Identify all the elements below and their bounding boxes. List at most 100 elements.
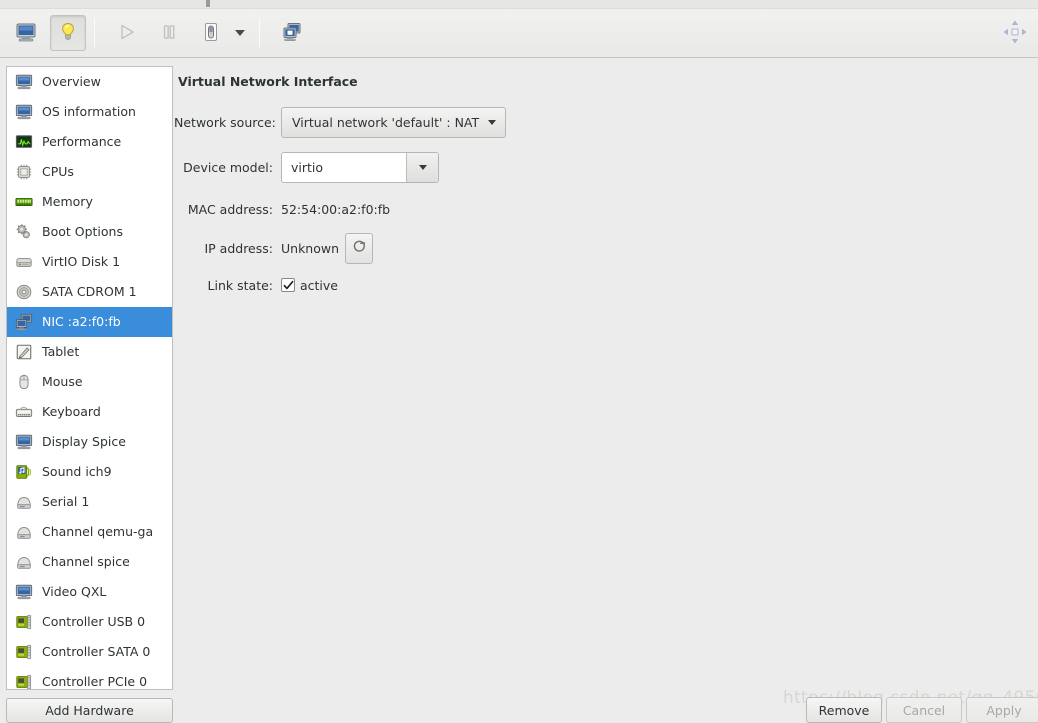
play-icon xyxy=(117,22,137,45)
check-icon xyxy=(283,280,293,289)
device-model-value[interactable]: virtio xyxy=(282,152,406,182)
device-model-label: Device model: xyxy=(183,159,273,175)
power-switch-icon xyxy=(200,21,222,46)
mac-address-value: 52:54:00:a2:f0:fb xyxy=(281,201,391,217)
clone-windows-icon xyxy=(281,21,303,46)
sidebar-item-label: Channel qemu-ga xyxy=(42,523,154,539)
memory-ram-icon xyxy=(15,193,33,211)
console-view-button[interactable] xyxy=(8,15,44,51)
sidebar-item-label: Tablet xyxy=(42,343,80,359)
sidebar-item-label: VirtIO Disk 1 xyxy=(42,253,121,269)
sidebar-item-os-information[interactable]: OS information xyxy=(7,97,172,127)
sidebar-item-label: Controller SATA 0 xyxy=(42,643,151,659)
sidebar-item-label: SATA CDROM 1 xyxy=(42,283,137,299)
sidebar-item-label: Keyboard xyxy=(42,403,101,419)
device-model-dropdown-arrow[interactable] xyxy=(406,152,438,182)
sidebar-item-label: Controller USB 0 xyxy=(42,613,146,629)
chevron-down-icon xyxy=(418,164,427,170)
sidebar-item-video-qxl[interactable]: Video QXL xyxy=(7,577,172,607)
sidebar-item-label: Boot Options xyxy=(42,223,123,239)
ip-address-label: IP address: xyxy=(204,240,273,256)
sidebar-item-boot-options[interactable]: Boot Options xyxy=(7,217,172,247)
device-model-row: Device model: virtio xyxy=(174,144,734,190)
sidebar-item-channel-spice[interactable]: Channel spice xyxy=(7,547,172,577)
sidebar-item-display-spice[interactable]: Display Spice xyxy=(7,427,172,457)
shutdown-button[interactable] xyxy=(193,15,229,51)
remove-button[interactable]: Remove xyxy=(806,697,882,723)
sidebar-item-label: CPUs xyxy=(42,163,74,179)
sidebar-item-label: Mouse xyxy=(42,373,83,389)
monitor-icon xyxy=(15,583,33,601)
sidebar-item-virtio-disk-1[interactable]: VirtIO Disk 1 xyxy=(7,247,172,277)
sidebar-item-label: Video QXL xyxy=(42,583,107,599)
sidebar-item-label: Overview xyxy=(42,73,101,89)
sidebar-item-overview[interactable]: Overview xyxy=(7,67,172,97)
nic-form: Network source: Virtual network 'default… xyxy=(174,100,734,302)
snapshots-button[interactable] xyxy=(274,15,310,51)
sidebar-item-label: Controller PCIe 0 xyxy=(42,673,148,689)
sidebar-item-memory[interactable]: Memory xyxy=(7,187,172,217)
sidebar-item-performance[interactable]: Performance xyxy=(7,127,172,157)
toolbar-separator-1 xyxy=(94,18,95,48)
serial-port-icon xyxy=(15,493,33,511)
harddisk-icon xyxy=(15,253,33,271)
sidebar-item-label: NIC :a2:f0:fb xyxy=(42,313,121,329)
details-view-button[interactable] xyxy=(50,15,86,51)
add-hardware-button[interactable]: Add Hardware xyxy=(6,698,173,723)
cancel-button[interactable]: Cancel xyxy=(886,697,962,723)
sidebar-item-label: Serial 1 xyxy=(42,493,90,509)
hardware-list[interactable]: Overview OS information Performance CPUs Mem… xyxy=(6,66,173,690)
pause-button[interactable] xyxy=(151,15,187,51)
sidebar-item-sound-ich9[interactable]: Sound ich9 xyxy=(7,457,172,487)
sidebar-item-controller-pcie-0[interactable]: Controller PCIe 0 xyxy=(7,667,172,689)
sidebar-item-sata-cdrom-1[interactable]: SATA CDROM 1 xyxy=(7,277,172,307)
run-button[interactable] xyxy=(109,15,145,51)
sidebar-item-label: Channel spice xyxy=(42,553,130,569)
controller-card-icon xyxy=(15,643,33,661)
keyboard-icon xyxy=(15,403,33,421)
cdrom-icon xyxy=(15,283,33,301)
pause-icon xyxy=(159,22,179,45)
cancel-label: Cancel xyxy=(902,702,946,718)
sound-speaker-icon xyxy=(15,463,33,481)
monitor-icon xyxy=(15,21,37,46)
link-state-checkbox-label: active xyxy=(300,277,338,293)
sidebar-item-tablet[interactable]: Tablet xyxy=(7,337,172,367)
sidebar-item-channel-qemu-ga[interactable]: Channel qemu-ga xyxy=(7,517,172,547)
network-card-icon xyxy=(15,313,33,331)
remove-label: Remove xyxy=(818,702,870,718)
performance-graph-icon xyxy=(15,133,33,151)
mouse-icon xyxy=(15,373,33,391)
ip-address-value: Unknown xyxy=(281,240,340,256)
sidebar-item-controller-sata-0[interactable]: Controller SATA 0 xyxy=(7,637,172,667)
sidebar-item-nic-a2-f0-fb[interactable]: NIC :a2:f0:fb xyxy=(7,307,172,337)
mac-address-label: MAC address: xyxy=(187,201,273,217)
chevron-down-icon xyxy=(235,30,245,36)
checkbox-box xyxy=(281,278,295,292)
sidebar-item-label: Sound ich9 xyxy=(42,463,112,479)
network-source-value: Virtual network 'default' : NAT xyxy=(292,114,480,130)
sidebar-item-mouse[interactable]: Mouse xyxy=(7,367,172,397)
apply-button[interactable]: Apply xyxy=(966,697,1038,723)
sidebar-item-serial-1[interactable]: Serial 1 xyxy=(7,487,172,517)
gears-icon xyxy=(15,223,33,241)
tablet-pen-icon xyxy=(15,343,33,361)
toolbar-separator-2 xyxy=(259,18,260,48)
lightbulb-icon xyxy=(57,21,79,46)
sidebar-item-cpus[interactable]: CPUs xyxy=(7,157,172,187)
network-source-dropdown[interactable]: Virtual network 'default' : NAT xyxy=(281,106,507,138)
network-source-label: Network source: xyxy=(174,114,276,130)
ip-refresh-button[interactable] xyxy=(345,232,374,264)
sidebar-item-controller-usb-0[interactable]: Controller USB 0 xyxy=(7,607,172,637)
sidebar-item-label: OS information xyxy=(42,103,136,119)
chevron-down-icon xyxy=(488,119,497,125)
mac-address-row: MAC address: 52:54:00:a2:f0:fb xyxy=(174,190,734,228)
monitor-icon xyxy=(15,103,33,121)
hardware-list-items: Overview OS information Performance CPUs Mem… xyxy=(7,67,172,689)
fullscreen-button[interactable] xyxy=(1002,19,1028,48)
link-state-checkbox[interactable]: active xyxy=(281,278,338,293)
device-model-combo[interactable]: virtio xyxy=(281,151,439,183)
titlebar-nub xyxy=(206,0,210,7)
shutdown-menu-arrow-button[interactable] xyxy=(229,15,251,51)
sidebar-item-keyboard[interactable]: Keyboard xyxy=(7,397,172,427)
